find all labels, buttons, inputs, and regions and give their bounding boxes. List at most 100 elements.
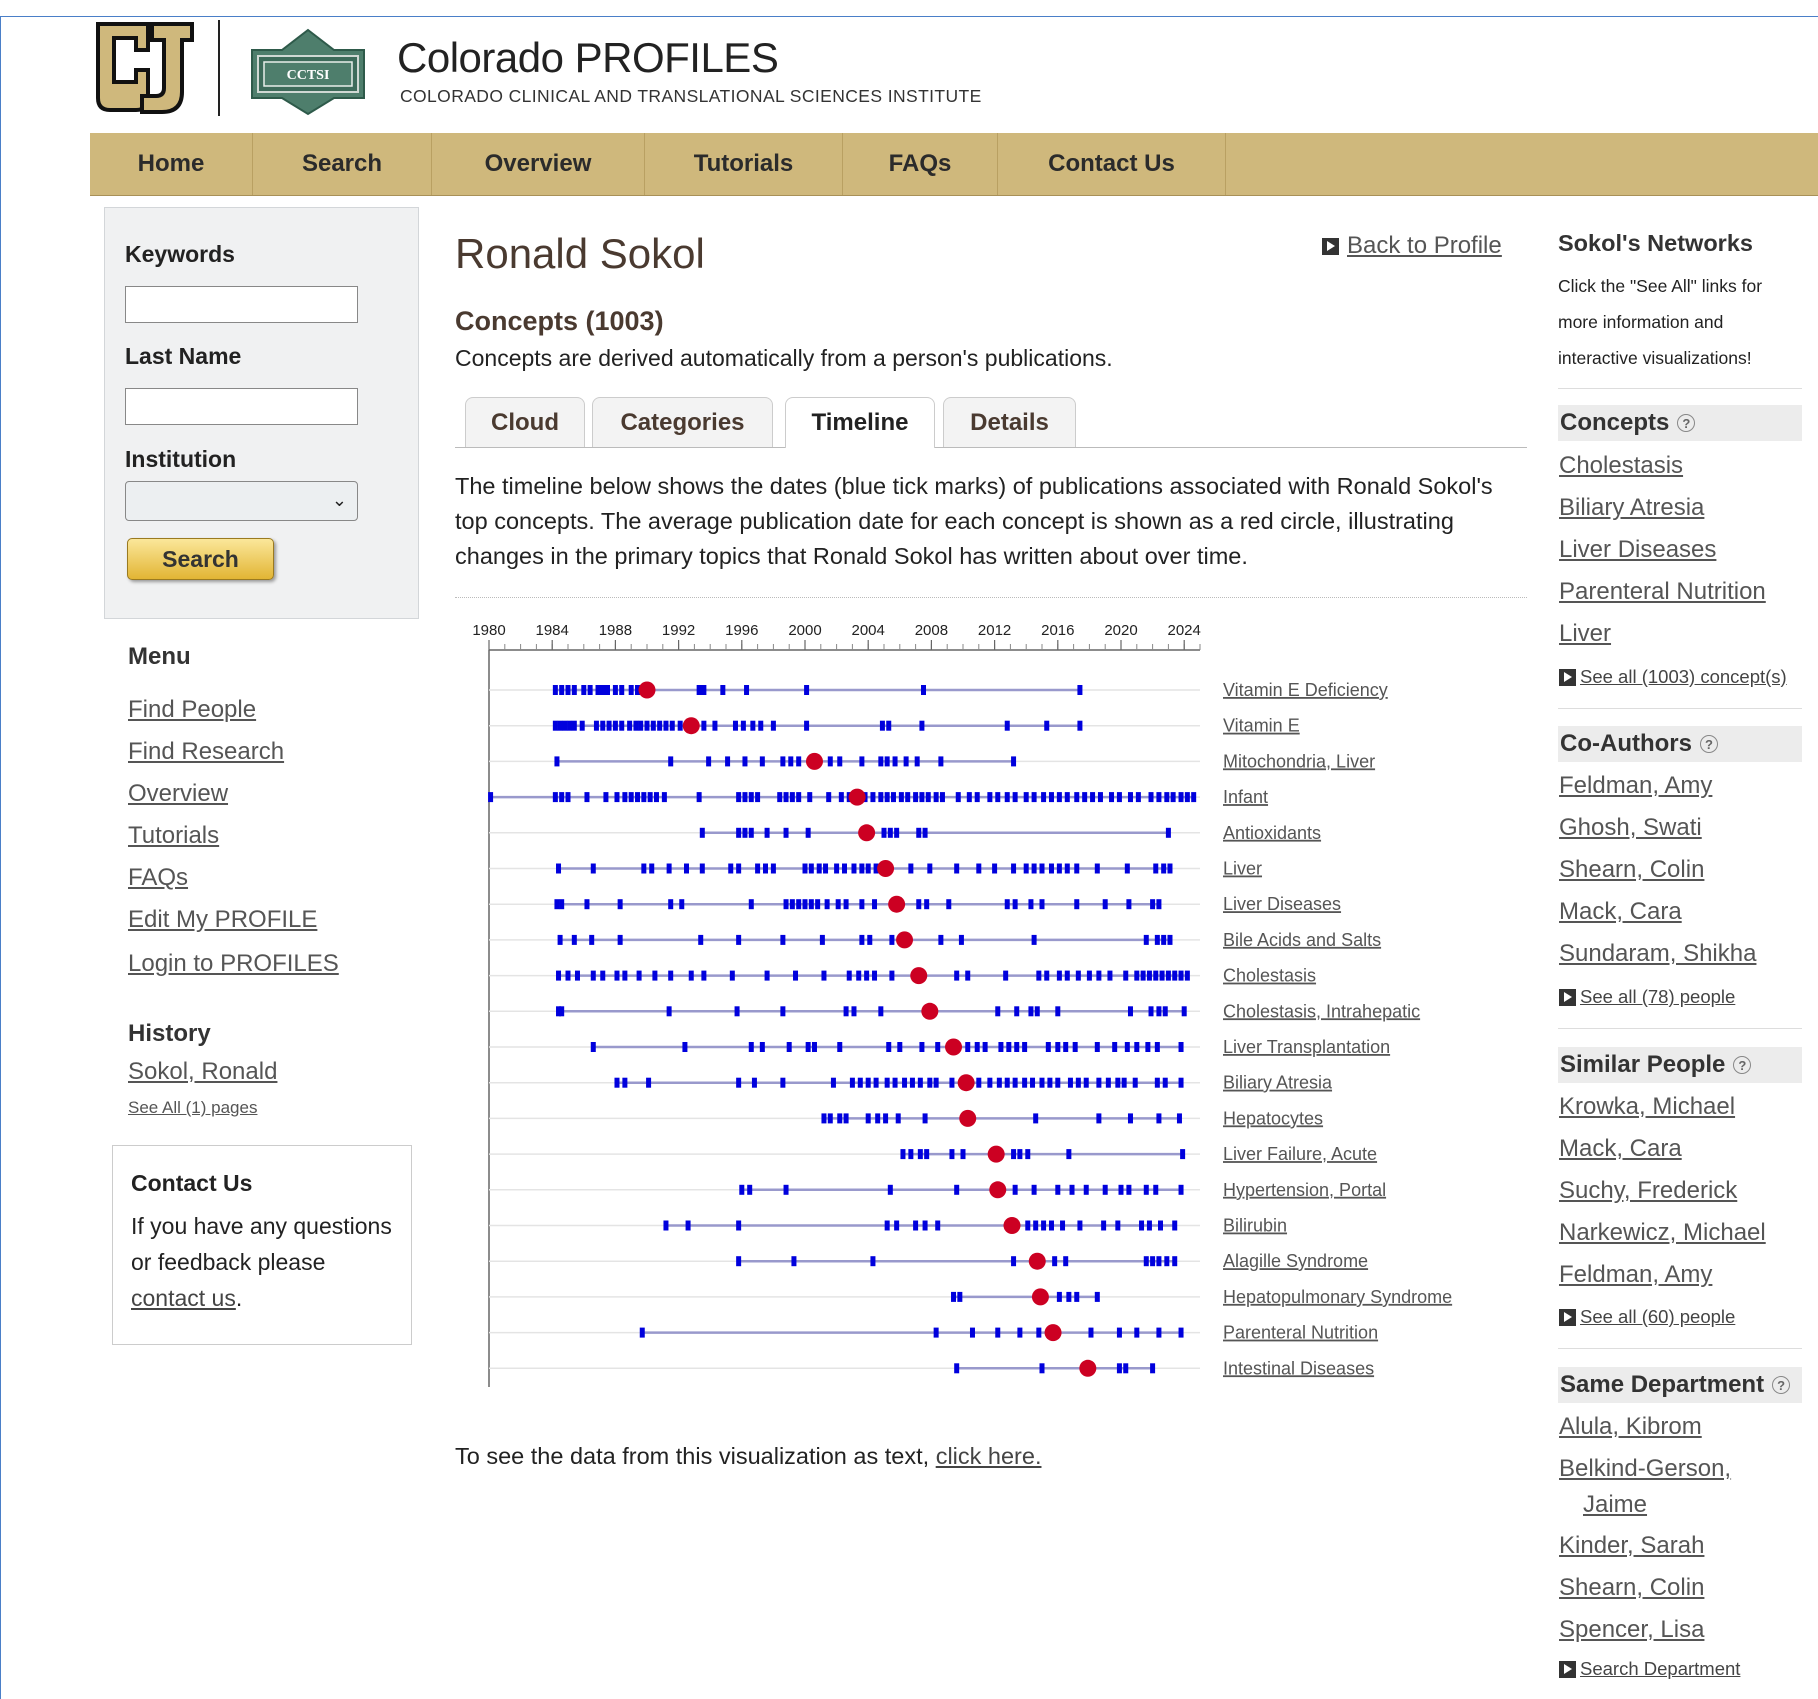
coauthor-link[interactable]: Sundaram, Shikha [1559, 940, 1756, 968]
concept-label-link[interactable]: Hepatopulmonary Syndrome [1223, 1287, 1452, 1307]
concept-label-link[interactable]: Hepatocytes [1223, 1108, 1323, 1128]
publication-tick [748, 792, 754, 803]
see-all-similar-link[interactable]: See all (60) people [1559, 1306, 1735, 1328]
department-person-link[interactable]: Shearn, Colin [1559, 1574, 1704, 1602]
history-see-all[interactable]: See All (1) pages [128, 1098, 257, 1118]
menu-tutorials[interactable]: Tutorials [128, 822, 219, 850]
similar-person-link[interactable]: Suchy, Frederick [1559, 1177, 1737, 1205]
concept-label-link[interactable]: Infant [1223, 787, 1268, 807]
help-icon[interactable]: ? [1677, 414, 1696, 432]
see-all-concepts-link[interactable]: See all (1003) concept(s) [1559, 666, 1787, 688]
concept-label-link[interactable]: Liver [1223, 859, 1262, 879]
concept-link[interactable]: Liver Diseases [1559, 536, 1716, 564]
search-department-link[interactable]: Search Department [1559, 1658, 1740, 1680]
menu-edit-my-profile[interactable]: Edit My PROFILE [128, 906, 317, 934]
tab-bar: Cloud Categories Timeline Details [455, 397, 1527, 448]
concept-label-link[interactable]: Hypertension, Portal [1223, 1180, 1386, 1200]
tab-details[interactable]: Details [943, 397, 1076, 447]
help-icon[interactable]: ? [1699, 735, 1718, 753]
tab-categories[interactable]: Categories [592, 397, 773, 447]
publication-tick [1154, 1077, 1160, 1088]
concept-label-link[interactable]: Bilirubin [1223, 1216, 1287, 1236]
publication-tick [755, 863, 761, 874]
concept-label-link[interactable]: Alagille Syndrome [1223, 1251, 1368, 1271]
publication-tick [1077, 685, 1083, 695]
similar-person-link[interactable]: Narkewicz, Michael [1559, 1219, 1766, 1247]
similar-person-link[interactable]: Mack, Cara [1559, 1135, 1682, 1163]
department-person-link-cont[interactable]: Jaime [1583, 1491, 1647, 1519]
nav-search[interactable]: Search [253, 133, 432, 195]
last-name-input[interactable] [125, 388, 358, 425]
concept-link[interactable]: Biliary Atresia [1559, 494, 1704, 522]
history-item[interactable]: Sokol, Ronald [128, 1058, 277, 1086]
concept-label-link[interactable]: Liver Transplantation [1223, 1037, 1390, 1057]
publication-tick [777, 792, 783, 803]
nav-faqs[interactable]: FAQs [843, 133, 998, 195]
publication-tick [884, 756, 890, 767]
department-person-link[interactable]: Alula, Kibrom [1559, 1413, 1702, 1441]
publication-tick [744, 685, 750, 695]
back-to-profile-link[interactable]: Back to Profile [1322, 232, 1502, 260]
concept-label-link[interactable]: Parenteral Nutrition [1223, 1323, 1378, 1343]
concept-label-link[interactable]: Cholestasis, Intrahepatic [1223, 1001, 1420, 1021]
publication-tick [1034, 1006, 1040, 1017]
click-here-link[interactable]: click here. [936, 1443, 1042, 1469]
publication-tick [699, 827, 705, 838]
cu-logo-icon[interactable] [92, 20, 196, 116]
tab-cloud[interactable]: Cloud [465, 397, 585, 447]
contact-us-link[interactable]: contact us [131, 1285, 236, 1311]
publication-tick [742, 792, 748, 803]
publication-tick [1096, 1077, 1102, 1088]
keywords-input[interactable] [125, 286, 358, 323]
publication-tick [826, 792, 832, 803]
nav-home[interactable]: Home [90, 133, 253, 195]
see-all-coauthors-link[interactable]: See all (78) people [1559, 986, 1735, 1008]
search-button[interactable]: Search [127, 538, 274, 580]
help-icon[interactable]: ? [1772, 1376, 1791, 1394]
concept-label-link[interactable]: Vitamin E [1223, 716, 1300, 736]
department-person-link[interactable]: Kinder, Sarah [1559, 1532, 1704, 1560]
publication-tick [867, 934, 873, 945]
publication-tick [1150, 1256, 1156, 1267]
menu-login[interactable]: Login to PROFILES [128, 950, 339, 978]
similar-person-link[interactable]: Feldman, Amy [1559, 1261, 1712, 1289]
publication-tick [668, 899, 674, 910]
concept-label-link[interactable]: Intestinal Diseases [1223, 1358, 1374, 1378]
coauthor-link[interactable]: Ghosh, Swati [1559, 814, 1702, 842]
help-icon[interactable]: ? [1733, 1056, 1752, 1074]
concept-link[interactable]: Cholestasis [1559, 452, 1683, 480]
menu-overview[interactable]: Overview [128, 780, 228, 808]
publication-tick [1178, 1327, 1184, 1338]
concept-label-link[interactable]: Liver Diseases [1223, 894, 1341, 914]
menu-find-people[interactable]: Find People [128, 696, 256, 724]
nav-contact-us[interactable]: Contact Us [998, 133, 1226, 195]
concept-label-link[interactable]: Biliary Atresia [1223, 1073, 1333, 1093]
publication-tick [883, 1113, 889, 1124]
coauthor-link[interactable]: Mack, Cara [1559, 898, 1682, 926]
menu-faqs[interactable]: FAQs [128, 864, 188, 892]
concept-label-link[interactable]: Vitamin E Deficiency [1223, 680, 1388, 700]
publication-tick [1045, 1042, 1051, 1052]
cctsi-logo-icon[interactable]: CCTSI [244, 28, 372, 116]
concept-link[interactable]: Liver [1559, 620, 1611, 648]
concept-label-link[interactable]: Mitochondria, Liver [1223, 751, 1375, 771]
institution-select[interactable]: ⌄ [125, 481, 358, 521]
publication-tick [679, 899, 685, 910]
coauthor-link[interactable]: Shearn, Colin [1559, 856, 1704, 884]
concept-label-link[interactable]: Antioxidants [1223, 823, 1321, 843]
publication-tick [742, 827, 748, 838]
publication-tick [808, 899, 814, 910]
concept-label-link[interactable]: Bile Acids and Salts [1223, 930, 1381, 950]
department-person-link[interactable]: Spencer, Lisa [1559, 1616, 1704, 1644]
concept-label-link[interactable]: Cholestasis [1223, 966, 1316, 986]
nav-overview[interactable]: Overview [432, 133, 645, 195]
similar-person-link[interactable]: Krowka, Michael [1559, 1093, 1735, 1121]
coauthor-link[interactable]: Feldman, Amy [1559, 772, 1712, 800]
nav-tutorials[interactable]: Tutorials [645, 133, 843, 195]
concept-link[interactable]: Parenteral Nutrition [1559, 578, 1766, 606]
concept-label-link[interactable]: Liver Failure, Acute [1223, 1144, 1377, 1164]
tab-timeline[interactable]: Timeline [785, 397, 935, 448]
menu-find-research[interactable]: Find Research [128, 738, 284, 766]
publication-tick [996, 1077, 1002, 1088]
department-person-link[interactable]: Belkind-Gerson, [1559, 1455, 1731, 1483]
